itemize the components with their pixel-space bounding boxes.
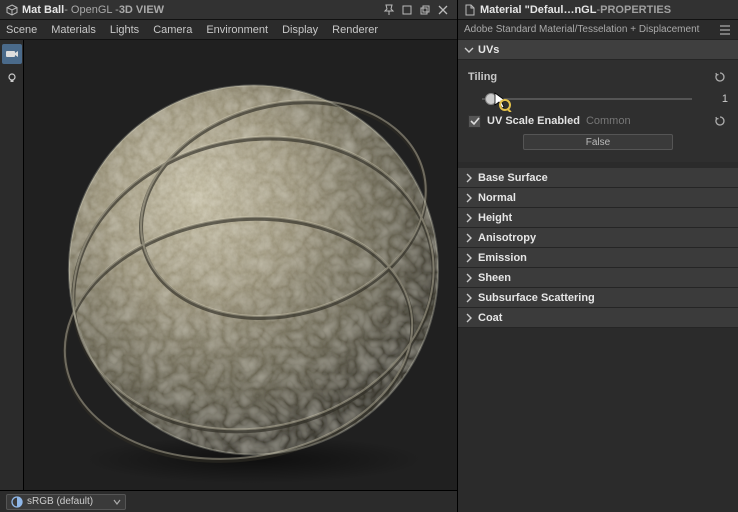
uv-scale-label: UV Scale Enabled (487, 115, 580, 127)
shader-name-row: Adobe Standard Material/Tesselation + Di… (458, 20, 738, 40)
tiling-slider[interactable] (482, 98, 692, 100)
viewport-tabbar: Scene Materials Lights Camera Environmen… (0, 20, 457, 40)
viewport-titlebar: Mat Ball - OpenGL - 3D VIEW (0, 0, 457, 20)
section-uvs-body: Tiling 1 (458, 60, 738, 162)
popout-icon[interactable] (417, 2, 433, 18)
section-normal[interactable]: Normal (458, 188, 738, 208)
light-tool[interactable] (2, 68, 22, 88)
tiling-value: 1 (708, 93, 728, 105)
viewport-toolstrip (0, 40, 24, 490)
chevron-right-icon (464, 193, 474, 203)
menu-icon[interactable] (718, 23, 732, 37)
section-coat[interactable]: Coat (458, 308, 738, 328)
viewport-title: Mat Ball (22, 4, 64, 16)
reset-uvscale-button[interactable] (712, 113, 728, 129)
viewport-title-suffix: 3D VIEW (119, 4, 164, 16)
chevron-right-icon (464, 253, 474, 263)
section-label: Subsurface Scattering (478, 292, 595, 304)
properties-title: Material "Defaul…nGL (480, 4, 596, 16)
tab-renderer[interactable]: Renderer (332, 24, 378, 36)
chevron-down-icon (464, 45, 474, 55)
section-base-surface[interactable]: Base Surface (458, 168, 738, 188)
uv-scale-value: False (586, 137, 610, 148)
properties-titlebar: Material "Defaul…nGL - PROPERTIES (458, 0, 738, 20)
viewport-panel: Mat Ball - OpenGL - 3D VIEW Scene Materi… (0, 0, 458, 512)
shader-name: Adobe Standard Material/Tesselation + Di… (464, 24, 718, 35)
section-uvs-header[interactable]: UVs (458, 40, 738, 60)
tab-display[interactable]: Display (282, 24, 318, 36)
colorspace-dropdown[interactable]: sRGB (default) (6, 494, 126, 510)
uv-scale-checkbox[interactable] (468, 115, 481, 128)
chevron-right-icon (464, 213, 474, 223)
section-height[interactable]: Height (458, 208, 738, 228)
section-label: Emission (478, 252, 527, 264)
chevron-right-icon (464, 233, 474, 243)
tab-environment[interactable]: Environment (206, 24, 268, 36)
document-icon (464, 4, 476, 16)
chevron-right-icon (464, 273, 474, 283)
section-label: Anisotropy (478, 232, 536, 244)
section-subsurface[interactable]: Subsurface Scattering (458, 288, 738, 308)
section-label: Sheen (478, 272, 511, 284)
section-label: Normal (478, 192, 516, 204)
section-uvs-label: UVs (478, 44, 499, 56)
close-icon[interactable] (435, 2, 451, 18)
viewport-statusbar: sRGB (default) (0, 490, 457, 512)
section-label: Base Surface (478, 172, 548, 184)
pin-icon[interactable] (381, 2, 397, 18)
reset-tiling-button[interactable] (712, 69, 728, 85)
chevron-right-icon (464, 173, 474, 183)
tab-camera[interactable]: Camera (153, 24, 192, 36)
colorspace-label: sRGB (default) (27, 496, 109, 507)
tiling-slider-handle[interactable] (485, 93, 497, 105)
chevron-right-icon (464, 313, 474, 323)
viewport-title-sep: - OpenGL - (64, 4, 119, 16)
tab-materials[interactable]: Materials (51, 24, 96, 36)
colorspace-icon (11, 496, 23, 508)
properties-title-suffix: PROPERTIES (600, 4, 671, 16)
section-emission[interactable]: Emission (458, 248, 738, 268)
uv-scale-hint: Common (586, 115, 634, 127)
section-label: Height (478, 212, 512, 224)
tab-scene[interactable]: Scene (6, 24, 37, 36)
properties-panel: Material "Defaul…nGL - PROPERTIES Adobe … (458, 0, 738, 512)
section-sheen[interactable]: Sheen (458, 268, 738, 288)
tab-lights[interactable]: Lights (110, 24, 139, 36)
uv-scale-value-field[interactable]: False (523, 134, 673, 150)
tiling-label: Tiling (468, 71, 516, 83)
chevron-down-icon (113, 498, 121, 506)
cube-icon (6, 4, 18, 16)
viewport-3d[interactable] (24, 40, 457, 490)
chevron-right-icon (464, 293, 474, 303)
maximize-icon[interactable] (399, 2, 415, 18)
camera-tool[interactable] (2, 44, 22, 64)
section-label: Coat (478, 312, 502, 324)
section-anisotropy[interactable]: Anisotropy (458, 228, 738, 248)
